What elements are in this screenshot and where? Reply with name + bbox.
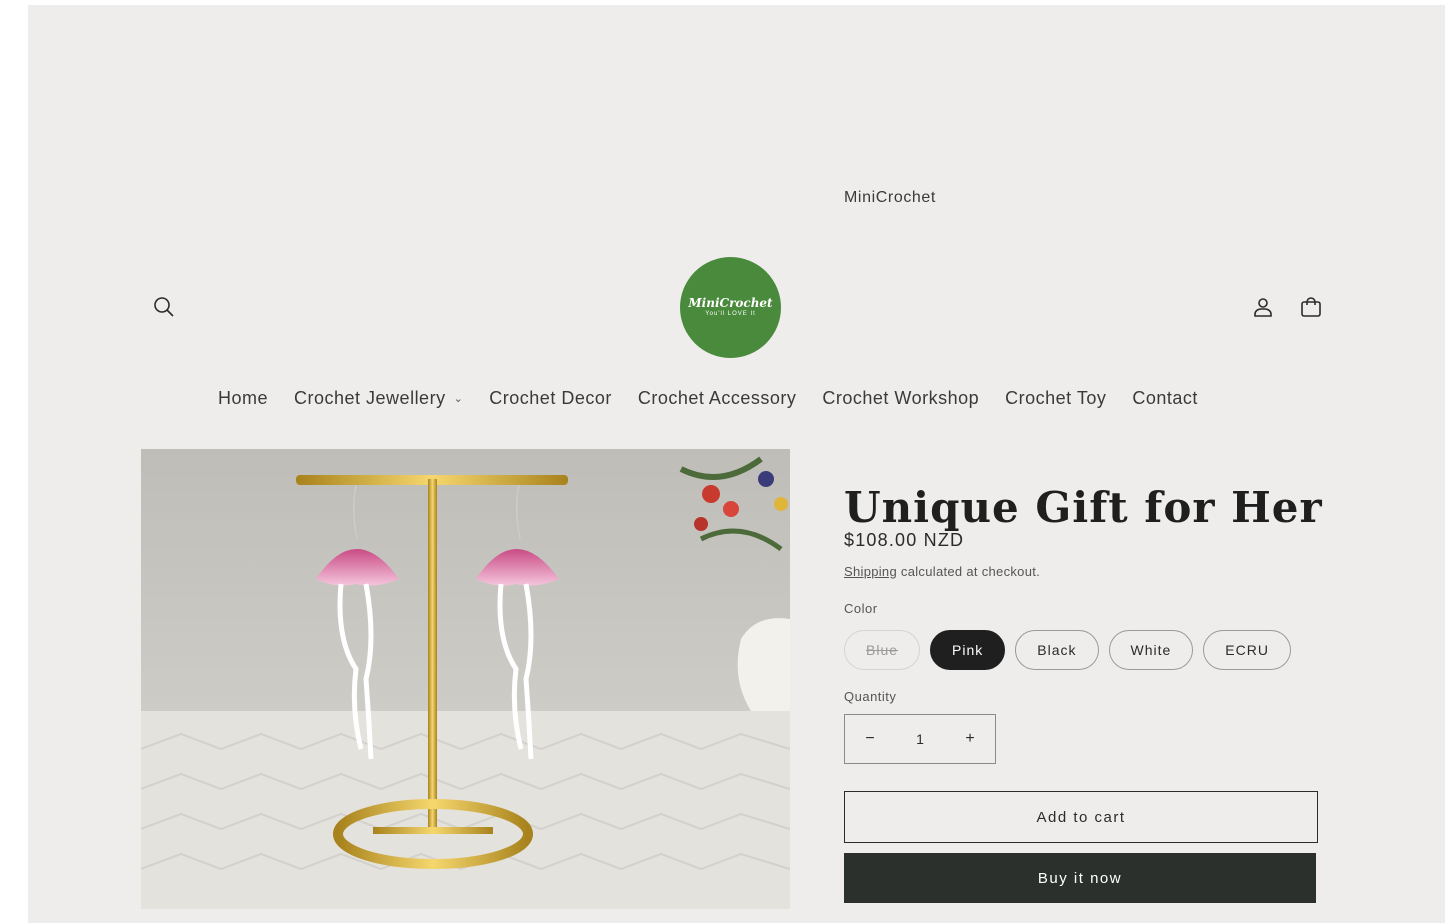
nav-item-crochet-toy[interactable]: Crochet Toy	[1005, 388, 1106, 409]
nav-label: Home	[218, 388, 269, 408]
nav-item-crochet-accessory[interactable]: Crochet Accessory	[638, 388, 797, 409]
chevron-down-icon: ⌄	[453, 393, 464, 405]
account-icon	[1254, 298, 1272, 317]
nav-label: Crochet Decor	[489, 388, 612, 408]
nav-label: Contact	[1132, 388, 1198, 408]
color-label: Color	[844, 601, 878, 616]
cart-button[interactable]	[1295, 291, 1327, 323]
color-option-white[interactable]: White	[1108, 630, 1194, 670]
shipping-note: Shipping calculated at checkout.	[844, 564, 1040, 579]
increment-button[interactable]: +	[945, 730, 995, 748]
nav-item-crochet-workshop[interactable]: Crochet Workshop	[822, 388, 979, 409]
color-option-ecru[interactable]: ECRU	[1203, 630, 1291, 670]
product-title: Unique Gift for Her	[844, 483, 1323, 533]
quantity-input[interactable]: 1	[895, 731, 945, 747]
search-button[interactable]	[148, 291, 180, 323]
product-price: $108.00 NZD	[844, 530, 965, 550]
nav-item-crochet-jewellery[interactable]: Crochet Jewellery ⌄	[294, 388, 463, 409]
shipping-link[interactable]: Shipping	[844, 564, 897, 579]
nav-label: Crochet Accessory	[637, 388, 797, 408]
color-option-pink[interactable]: Pink	[930, 630, 1006, 670]
site-logo[interactable]: MiniCrochet You'll LOVE It	[680, 257, 781, 358]
cart-icon	[1301, 297, 1321, 317]
color-option-blue[interactable]: Blue	[844, 630, 921, 670]
nav-label: Crochet Workshop	[822, 388, 980, 408]
buy-now-button[interactable]: Buy it now	[844, 853, 1316, 903]
main-nav: Home Crochet Jewellery ⌄ Crochet Decor Cr…	[218, 388, 1224, 409]
nav-item-contact[interactable]: Contact	[1132, 388, 1198, 409]
logo-text: MiniCrochet	[688, 296, 773, 310]
earrings-photo	[141, 449, 790, 909]
nav-item-home[interactable]: Home	[218, 388, 268, 409]
logo-tagline: You'll LOVE It	[705, 311, 756, 317]
search-icon	[154, 297, 174, 317]
account-button[interactable]	[1247, 291, 1279, 323]
nav-label: Crochet Jewellery	[294, 388, 446, 408]
announcement-bar: MiniCrochet	[844, 189, 936, 206]
shipping-text: calculated at checkout.	[897, 564, 1041, 579]
color-options: Blue Pink Black White ECRU	[844, 630, 1301, 670]
page: MiniCrochet MiniCrochet You'll LOVE It H…	[28, 5, 1445, 923]
color-option-black[interactable]: Black	[1015, 630, 1099, 670]
nav-item-crochet-decor[interactable]: Crochet Decor	[489, 388, 612, 409]
add-to-cart-button[interactable]: Add to cart	[844, 791, 1318, 843]
decrement-button[interactable]: −	[845, 730, 895, 748]
quantity-label: Quantity	[844, 689, 897, 704]
nav-label: Crochet Toy	[1005, 388, 1107, 408]
product-image[interactable]	[141, 449, 790, 909]
quantity-stepper: − 1 +	[844, 714, 996, 764]
